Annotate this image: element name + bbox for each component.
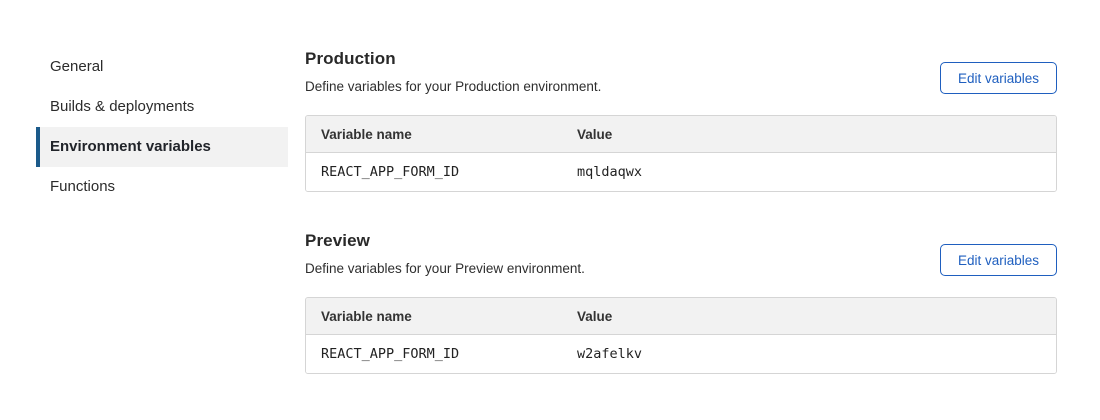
sidebar-item-environment-variables[interactable]: Environment variables <box>36 127 288 167</box>
settings-content: Production Define variables for your Pro… <box>305 0 1057 374</box>
preview-section-title: Preview <box>305 231 585 251</box>
production-section: Production Define variables for your Pro… <box>305 0 1057 192</box>
sidebar-item-general[interactable]: General <box>36 47 288 87</box>
edit-variables-button-preview[interactable]: Edit variables <box>940 244 1057 276</box>
preview-section: Preview Define variables for your Previe… <box>305 231 1057 374</box>
production-section-title: Production <box>305 49 601 69</box>
column-header-value: Value <box>562 116 1056 153</box>
table-header-row: Variable name Value <box>306 298 1056 335</box>
column-header-value: Value <box>562 298 1056 335</box>
column-header-variable-name: Variable name <box>306 298 562 335</box>
sidebar-item-functions[interactable]: Functions <box>36 167 288 207</box>
production-section-header: Production Define variables for your Pro… <box>305 49 1057 94</box>
table-header-row: Variable name Value <box>306 116 1056 153</box>
preview-section-description: Define variables for your Preview enviro… <box>305 261 585 276</box>
edit-variables-button-production[interactable]: Edit variables <box>940 62 1057 94</box>
sidebar-item-builds-deployments[interactable]: Builds & deployments <box>36 87 288 127</box>
variable-value-cell: mqldaqwx <box>562 153 1056 192</box>
preview-section-header: Preview Define variables for your Previe… <box>305 231 1057 276</box>
production-section-description: Define variables for your Production env… <box>305 79 601 94</box>
variable-name-cell: REACT_APP_FORM_ID <box>306 153 562 192</box>
column-header-variable-name: Variable name <box>306 116 562 153</box>
variable-value-cell: w2afelkv <box>562 335 1056 374</box>
production-variables-table: Variable name Value REACT_APP_FORM_ID mq… <box>305 115 1057 192</box>
settings-sidebar: General Builds & deployments Environment… <box>36 47 288 207</box>
variable-name-cell: REACT_APP_FORM_ID <box>306 335 562 374</box>
table-row: REACT_APP_FORM_ID w2afelkv <box>306 335 1056 374</box>
table-row: REACT_APP_FORM_ID mqldaqwx <box>306 153 1056 192</box>
preview-variables-table: Variable name Value REACT_APP_FORM_ID w2… <box>305 297 1057 374</box>
environment-variables-settings-page: General Builds & deployments Environment… <box>0 0 1100 420</box>
